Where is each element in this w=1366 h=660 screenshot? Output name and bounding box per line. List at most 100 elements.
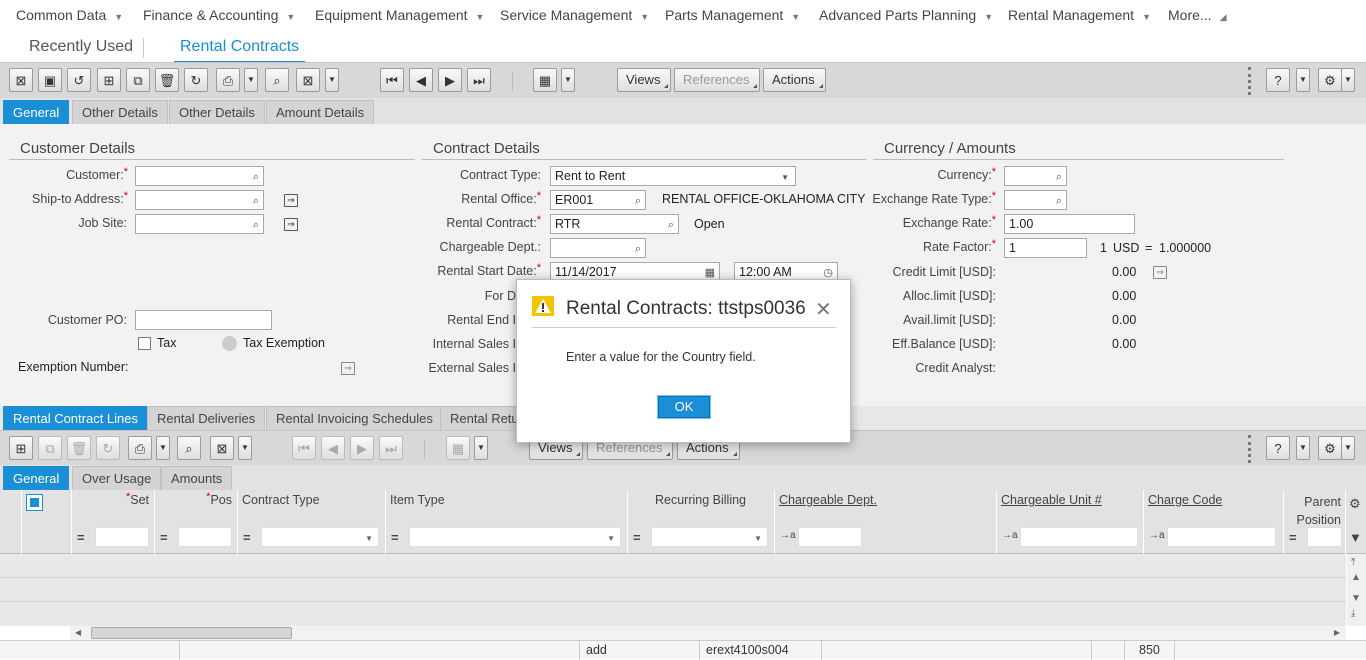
filter-operator-icon[interactable]: = <box>243 530 251 545</box>
delete-icon[interactable]: 🗑 <box>155 68 179 92</box>
tab-rental-invoicing-schedules[interactable]: Rental Invoicing Schedules <box>266 406 443 430</box>
column-item-type[interactable]: Item Type = ▼ <box>386 490 628 554</box>
tab-general[interactable]: General <box>3 100 70 124</box>
vertical-scrollbar[interactable]: ⤒ ▲ ▼ ⤓ <box>1347 554 1366 626</box>
tab-other-details-1[interactable]: Other Details <box>72 100 168 124</box>
menu-common-data[interactable]: Common Data ▼ <box>16 7 123 23</box>
filter-operator-icon[interactable]: = <box>391 530 399 545</box>
tab-rental-returns[interactable]: Rental Retu <box>440 406 520 430</box>
views-button[interactable]: Views <box>617 68 672 92</box>
ok-button[interactable]: OK <box>658 396 710 418</box>
menu-rental-management[interactable]: Rental Management ▼ <box>1008 7 1151 23</box>
tab-over-usage[interactable]: Over Usage <box>72 466 162 490</box>
tab-rental-deliveries[interactable]: Rental Deliveries <box>147 406 266 430</box>
filter-chargeable-dept-input[interactable] <box>798 527 862 547</box>
column-parent-position[interactable]: Parent Position = <box>1284 490 1346 554</box>
contract-type-select[interactable]: Rent to Rent ▼ <box>550 166 796 186</box>
filter-operator-icon[interactable]: →a <box>780 530 796 541</box>
calendar-dropdown-icon[interactable]: ▼ <box>561 68 575 92</box>
print-icon[interactable]: ⎙ <box>216 68 240 92</box>
last-record-icon[interactable]: ⏭ <box>467 68 491 92</box>
tab-recently-used[interactable]: Recently Used <box>29 38 133 56</box>
lookup-icon[interactable]: ⌕ <box>635 192 641 209</box>
menu-service-management[interactable]: Service Management ▼ <box>500 7 649 23</box>
print-dropdown-icon[interactable]: ▼ <box>244 68 258 92</box>
scroll-up-icon[interactable]: ▲ <box>1351 572 1361 583</box>
lookup-icon[interactable]: ⌕ <box>635 240 641 257</box>
exchange-rate-type-input[interactable]: ⌕ <box>1004 190 1067 210</box>
scroll-top-icon[interactable]: ⤒ <box>1351 557 1355 568</box>
undo-icon[interactable]: ↺ <box>67 68 91 92</box>
filter-icon[interactable]: ▼ <box>1349 530 1362 545</box>
export-dropdown-icon[interactable]: ▼ <box>325 68 339 92</box>
column-set[interactable]: *Set = <box>72 490 155 554</box>
navigate-icon[interactable]: ⇒ <box>1153 266 1167 279</box>
ship-to-input[interactable]: ⌕ <box>135 190 264 210</box>
scroll-down-icon[interactable]: ▼ <box>1351 593 1361 604</box>
lookup-icon[interactable]: ⌕ <box>1056 168 1062 185</box>
scroll-bottom-icon[interactable]: ⤓ <box>1351 608 1355 619</box>
filter-pos-input[interactable] <box>178 527 232 547</box>
settings-dropdown-icon[interactable]: ▼ <box>1341 436 1355 460</box>
print-icon[interactable]: ⎙ <box>128 436 152 460</box>
export-excel-icon[interactable]: ⊠ <box>296 68 320 92</box>
last-record-icon[interactable]: ⏭ <box>379 436 403 460</box>
rental-contract-input[interactable]: RTR ⌕ <box>550 214 679 234</box>
scroll-right-icon[interactable]: ▶ <box>1334 628 1340 637</box>
lookup-icon[interactable]: ⌕ <box>1056 192 1062 209</box>
rental-office-input[interactable]: ER001 ⌕ <box>550 190 646 210</box>
filter-recurring-billing-select[interactable]: ▼ <box>651 527 768 547</box>
navigate-icon[interactable]: ⇒ <box>341 362 355 375</box>
help-dropdown-icon[interactable]: ▼ <box>1296 68 1310 92</box>
menu-equipment-management[interactable]: Equipment Management ▼ <box>315 7 484 23</box>
previous-record-icon[interactable]: ◀ <box>409 68 433 92</box>
filter-operator-icon[interactable]: = <box>77 530 85 545</box>
next-record-icon[interactable]: ▶ <box>438 68 462 92</box>
settings-gear-icon[interactable]: ⚙ <box>1318 436 1342 460</box>
new-icon[interactable]: ⊞ <box>97 68 121 92</box>
filter-operator-icon[interactable]: = <box>160 530 168 545</box>
close-icon[interactable]: ✕ <box>815 297 832 322</box>
select-all-checkbox[interactable] <box>26 494 43 511</box>
references-button[interactable]: References <box>674 68 761 92</box>
menu-advanced-parts-planning[interactable]: Advanced Parts Planning ▼ <box>819 7 993 23</box>
search-icon[interactable]: ⌕ <box>265 68 289 92</box>
tab-grid-general[interactable]: General <box>3 466 70 490</box>
column-chargeable-dept[interactable]: Chargeable Dept. →a <box>775 490 997 554</box>
filter-operator-icon[interactable]: = <box>633 530 641 545</box>
tab-rental-contract-lines[interactable]: Rental Contract Lines <box>3 406 149 430</box>
tab-rental-contracts[interactable]: Rental Contracts <box>173 38 306 63</box>
filter-charge-code-input[interactable] <box>1167 527 1276 547</box>
help-icon[interactable]: ? <box>1266 436 1290 460</box>
column-settings-gear-icon[interactable]: ⚙ <box>1349 496 1361 512</box>
duplicate-icon[interactable]: ⧉ <box>126 68 150 92</box>
save-icon[interactable]: ▣ <box>38 68 62 92</box>
filter-operator-icon[interactable]: →a <box>1002 530 1018 541</box>
tax-exemption-radio[interactable] <box>222 336 237 351</box>
first-record-icon[interactable]: ⏮ <box>380 68 404 92</box>
scroll-left-icon[interactable]: ◀ <box>75 628 81 637</box>
tab-amounts[interactable]: Amounts <box>161 466 233 490</box>
menu-more[interactable]: More... ◢ <box>1168 7 1227 23</box>
filter-set-input[interactable] <box>95 527 149 547</box>
column-chargeable-unit[interactable]: Chargeable Unit # →a <box>997 490 1144 554</box>
tax-checkbox[interactable] <box>138 337 151 350</box>
export-dropdown-icon[interactable]: ▼ <box>238 436 252 460</box>
lookup-icon[interactable]: ⌕ <box>253 192 259 209</box>
filter-operator-icon[interactable]: →a <box>1149 530 1165 541</box>
lookup-icon[interactable]: ⌕ <box>668 216 674 233</box>
duplicate-icon[interactable]: ⧉ <box>38 436 62 460</box>
rate-factor-input[interactable]: 1 <box>1004 238 1087 258</box>
refresh-icon[interactable]: ↻ <box>96 436 120 460</box>
refresh-icon[interactable]: ↻ <box>184 68 208 92</box>
menu-finance-accounting[interactable]: Finance & Accounting ▼ <box>143 7 295 23</box>
currency-input[interactable]: ⌕ <box>1004 166 1067 186</box>
column-charge-code[interactable]: Charge Code →a <box>1144 490 1284 554</box>
horizontal-scrollbar[interactable]: ◀ ▶ <box>70 626 1346 640</box>
menu-parts-management[interactable]: Parts Management ▼ <box>665 7 800 23</box>
settings-gear-icon[interactable]: ⚙ <box>1318 68 1342 92</box>
actions-button[interactable]: Actions <box>763 68 826 92</box>
horizontal-scroll-thumb[interactable] <box>91 627 292 639</box>
calendar-icon[interactable]: ▦ <box>533 68 557 92</box>
tab-amount-details[interactable]: Amount Details <box>266 100 375 124</box>
